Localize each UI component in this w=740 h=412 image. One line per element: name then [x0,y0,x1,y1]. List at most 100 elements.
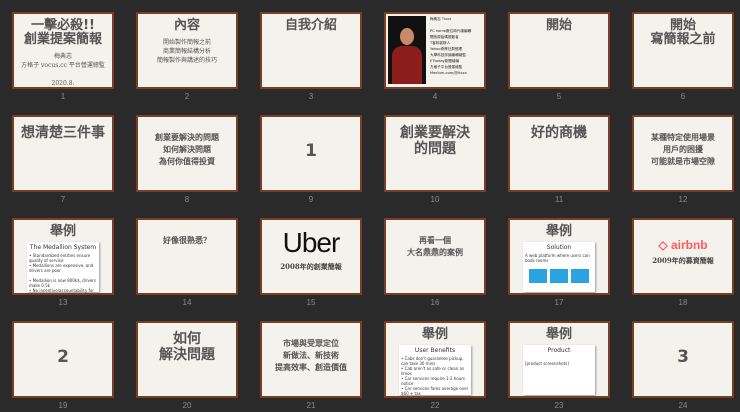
bio-text: 梅典志 Tixxx PC home數位時代總編輯 開放原始碼推動者 T客邦創辦人 Ya… [430,16,471,76]
section-number: 2 [57,347,69,367]
slide-body: 開始製作簡報之前 商業簡報結構分析 簡報製作與講述的技巧 [138,38,236,65]
slide-title-line: 如何 [173,331,201,347]
slide-thumbnail-10[interactable]: 創業要解決 的問題 [384,115,486,192]
airbnb-logo: ◇ airbnb [658,238,708,252]
slide-body-line [14,70,112,79]
slide-thumbnail-2[interactable]: 內容 開始製作簡報之前 商業簡報結構分析 簡報製作與講述的技巧 [136,12,238,89]
slide-thumbnail-1[interactable]: 一擊必殺!! 創業提案簡報梅典志方格子 vocus.cc 平台營運總監 2020.… [12,12,114,89]
slide-title: 舉例 [510,225,608,239]
slide-number: 23 [554,401,564,410]
section-number: 1 [305,141,317,161]
slide-number: 14 [182,298,192,307]
slide-body-line: 梅典志 [53,53,72,60]
embedded-button [529,269,547,283]
embedded-slide-screenshot: User Benefits • Cabs don't guarantee pick… [399,345,471,398]
slide-body-line: 新做法、新技術 [283,350,339,360]
embedded-slide-heading: User Benefits [414,347,456,354]
slide-thumbnail-9[interactable]: 1 [260,115,362,192]
slide-number: 6 [680,92,686,101]
embedded-slide-line: [product screenshots] [525,361,569,366]
slide-thumbnail-4[interactable]: 梅典志 Tixxx PC home數位時代總編輯 開放原始碼推動者 T客邦創辦人 Ya… [384,12,486,89]
presenter-photo [388,16,426,84]
slide-thumbnail-24[interactable]: 3 [632,321,734,398]
slide-thumbnail-11[interactable]: 好的商機 [508,115,610,192]
slide-thumbnail-20[interactable]: 如何 解決問題 [136,321,238,398]
slide-number: 16 [430,298,440,307]
slide-thumbnail-21[interactable]: 市場與受眾定位 新做法、新技術 提高效率、創造價值 [260,321,362,398]
slide-number: 9 [308,195,314,204]
slide-title-line: 寫簡報之前 [650,32,716,47]
slide-body-line: 方格子 vocus.cc 平台營運總監 [21,62,105,69]
embedded-slide-line [401,396,469,398]
slide-title: 開始 寫簡報之前 [634,19,732,47]
slide-title: 如何 解決問題 [138,331,236,363]
slide-body-line: 為何你值得投資 [159,156,215,166]
slide-title: 好的商機 [510,125,608,141]
embedded-slide-screenshot: Product [product screenshots] [523,345,595,395]
slide-thumbnail-15[interactable]: Uber 2008年的創業簡報 [260,218,362,295]
slide-thumbnail-18[interactable]: ◇ airbnb 2009年的募資簡報 [632,218,734,295]
embedded-slide-line: • Cabs don't guarantee pickup, can take … [401,356,464,366]
slide-title: 舉例 [386,328,484,342]
photo-torso [392,46,422,84]
slide-title-line: 解決問題 [159,347,215,363]
slide-title: 舉例 [14,225,112,239]
slide-title-line: 想清楚三件事 [21,125,105,141]
slide-thumbnail-7[interactable]: 想清楚三件事 [12,115,114,192]
slide-number: 13 [58,298,68,307]
slide-number: 20 [182,401,192,410]
slide-thumbnail-13[interactable]: 舉例 The Medallion System • Standardized ent… [12,218,114,295]
slide-title-line: 舉例 [421,327,448,342]
slide-body-line: 創業要解決的問題 [155,132,219,142]
embedded-slide-line: A web platform where users can book room… [525,253,590,263]
slide-number: 24 [678,401,688,410]
slide-body: 好像很熟悉？ [138,234,236,246]
slide-number: 19 [58,401,68,410]
slide-thumbnail-6[interactable]: 開始 寫簡報之前 [632,12,734,89]
slide-thumbnail-12[interactable]: 某種特定使用場景 用戶的困擾 可能就是市場空隙 [632,115,734,192]
embedded-slide-heading: Solution [546,244,572,251]
slide-title-line: 開始 [669,18,696,33]
slide-number: 4 [432,92,438,101]
slide-body: 某種特定使用場景 用戶的困擾 可能就是市場空隙 [634,131,732,167]
slide-thumbnail-5[interactable]: 開始 [508,12,610,89]
slide-body: 再看一個 大名鼎鼎的案例 [386,234,484,258]
slide-title: 一擊必殺!! 創業提案簡報 [14,19,112,47]
slide-thumbnail-23[interactable]: 舉例 Product [product screenshots] [508,321,610,398]
slide-body-line: 提高效率、創造價值 [275,362,347,372]
slide-thumbnail-14[interactable]: 好像很熟悉？ [136,218,238,295]
slide-body-line: 簡報製作與講述的技巧 [156,57,217,64]
slide-number: 8 [184,195,190,204]
slide-thumbnail-3[interactable]: 自我介紹 [260,12,362,89]
photo-head [400,28,414,45]
slide-body-line: 再看一個 [419,235,451,245]
slide-title: 想清楚三件事 [14,125,112,141]
slide-number: 21 [306,401,316,410]
slide-title-line: 的問題 [414,141,456,157]
slide-title-line: 好的商機 [531,125,587,141]
embedded-slide-line: • Medallion is now 900k$, drivers make 0… [29,278,97,288]
slide-title-line: 舉例 [49,224,76,239]
slide-number: 15 [306,298,316,307]
slide-number: 12 [678,195,688,204]
slide-thumbnail-17[interactable]: 舉例 Solution A web platform where users can… [508,218,610,295]
bio-line: Medium.com/@tixxx [430,71,467,75]
slide-title: 自我介紹 [262,19,360,33]
embedded-buttons [525,269,593,283]
slide-number: 17 [554,298,564,307]
slide-number: 7 [60,195,66,204]
slide-thumbnail-19[interactable]: 2 [12,321,114,398]
slide-body-line: 2020.8. [51,80,75,87]
slide-thumbnail-22[interactable]: 舉例 User Benefits • Cabs don't guarantee pi… [384,321,486,398]
slide-body-line: 某種特定使用場景 [651,132,715,142]
slide-body-line: 商業簡報結構分析 [162,48,211,55]
slide-body: 創業要解決的問題 如何解決問題 為何你值得投資 [138,131,236,167]
slide-title: 創業要解決 的問題 [386,125,484,157]
embedded-slide-heading: The Medallion System [29,244,97,251]
slide-thumbnail-16[interactable]: 再看一個 大名鼎鼎的案例 [384,218,486,295]
slide-number: 10 [430,195,440,204]
slide-title-line: 舉例 [545,224,572,239]
slide-body-line: 可能就是市場空隙 [651,156,715,166]
uber-logo: Uber [282,227,341,258]
slide-thumbnail-8[interactable]: 創業要解決的問題 如何解決問題 為何你值得投資 [136,115,238,192]
